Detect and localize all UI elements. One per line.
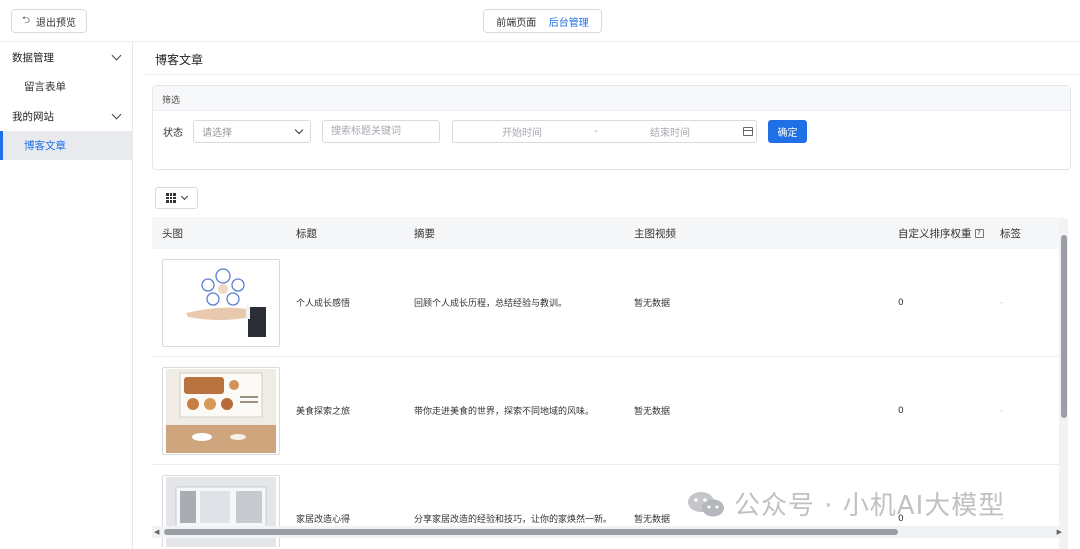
cover-cell [152,258,286,347]
weight-cell: 0 [898,405,904,416]
filter-header: 筛选 [153,86,1070,111]
status-placeholder: 请选择 [202,128,232,139]
chevron-down-icon [180,192,189,200]
page-title: 博客文章 [155,53,204,67]
scroll-right-icon[interactable]: ▶ [1057,528,1062,536]
exit-preview-label: 退出预览 [36,17,76,29]
app-window: ⮌ 退出预览 前端页面 后台管理 数据管理 留言表单 我的网站 博客文章 博客文… [0,0,1080,549]
scroll-left-icon[interactable]: ◀ [154,528,159,536]
calendar-icon [743,127,753,136]
end-date-placeholder: 结束时间 [650,128,690,139]
vertical-scroll-thumb[interactable] [1061,235,1067,418]
sidebar-group-label: 我的网站 [12,110,54,123]
sidebar-group-data[interactable]: 数据管理 [0,42,132,72]
confirm-button[interactable]: 确定 [768,120,807,143]
view-switch: 前端页面 后台管理 [483,9,602,33]
sidebar: 数据管理 留言表单 我的网站 博客文章 [0,42,133,549]
chevron-down-icon [111,109,122,119]
video-cell: 暂无数据 [634,299,671,309]
column-header-weight: 自定义排序权重 ? [888,226,990,241]
column-header: 自定义排序权重 [898,227,972,240]
chevron-down-icon [111,50,122,60]
column-header: 主图视频 [634,227,676,240]
grid-icon [166,193,176,203]
title-cell: 个人成长感悟 [296,299,351,309]
sidebar-group-label: 数据管理 [12,51,54,64]
column-header: 标签 [1000,227,1021,240]
admin-tab[interactable]: 后台管理 [549,14,589,29]
status-label: 状态 [163,128,183,139]
table-header: 头图 标题 摘要 主图视频 自定义排序权重 ? 标签 [152,217,1064,249]
wechat-icon [688,491,724,516]
weight-cell: 0 [898,297,904,308]
start-date-placeholder: 开始时间 [502,128,542,139]
vertical-scrollbar[interactable] [1059,219,1068,549]
return-icon: ⮌ [21,14,30,26]
horizontal-scrollbar[interactable]: ◀ ▶ [152,526,1064,538]
front-page-tab[interactable]: 前端页面 [496,14,536,29]
exit-preview-button[interactable]: ⮌ 退出预览 [11,9,87,33]
watermark-text: 公众号 · 小机AI大模型 [734,491,1006,521]
video-cell: 暂无数据 [634,407,671,417]
filter-row: 状态 请选择 开始时间 - 结束时间 确定 [163,120,807,143]
tags-cell: - [1000,297,1004,308]
status-select[interactable]: 请选择 [193,120,311,143]
column-settings-button[interactable] [155,187,198,209]
range-separator: - [594,126,598,137]
filter-panel: 筛选 状态 请选择 开始时间 - 结束时间 确定 [152,85,1071,170]
summary-cell: 带你走进美食的世界，探索不同地域的风味。 [414,407,595,417]
column-header: 标题 [296,227,317,240]
help-icon[interactable]: ? [974,228,984,238]
horizontal-scroll-thumb[interactable] [164,529,898,535]
cover-cell [152,366,286,455]
cover-image[interactable] [162,258,280,347]
table-row[interactable]: 个人成长感悟 回顾个人成长历程，总结经验与教训。 暂无数据 0 - [152,249,1064,357]
top-bar: ⮌ 退出预览 前端页面 后台管理 [0,0,1080,42]
title-cell: 家居改造心得 [296,515,351,525]
cover-image[interactable] [162,366,280,455]
tags-cell: - [1000,405,1004,416]
sidebar-item-label: 留言表单 [24,81,66,93]
keyword-search-input[interactable] [322,120,440,143]
column-header: 头图 [162,227,183,240]
sidebar-group-website[interactable]: 我的网站 [0,101,132,131]
column-header: 摘要 [414,227,435,240]
sidebar-item-blog[interactable]: 博客文章 [0,131,132,160]
summary-cell: 回顾个人成长历程，总结经验与教训。 [414,299,568,309]
summary-cell: 分享家居改造的经验和技巧，让你的家焕然一新。 [414,515,613,525]
title-cell: 美食探索之旅 [296,407,351,417]
sidebar-item-messages[interactable]: 留言表单 [0,72,132,101]
divider [143,74,1080,75]
sidebar-item-label: 博客文章 [24,140,66,152]
table-row[interactable]: 美食探索之旅 带你走进美食的世界，探索不同地域的风味。 暂无数据 0 - [152,357,1064,465]
main-content: 博客文章 筛选 状态 请选择 开始时间 - 结束时间 确定 [133,42,1080,549]
watermark: 公众号 · 小机AI大模型 [686,485,1005,522]
date-range-picker[interactable]: 开始时间 - 结束时间 [452,120,757,143]
chevron-down-icon [294,125,304,134]
